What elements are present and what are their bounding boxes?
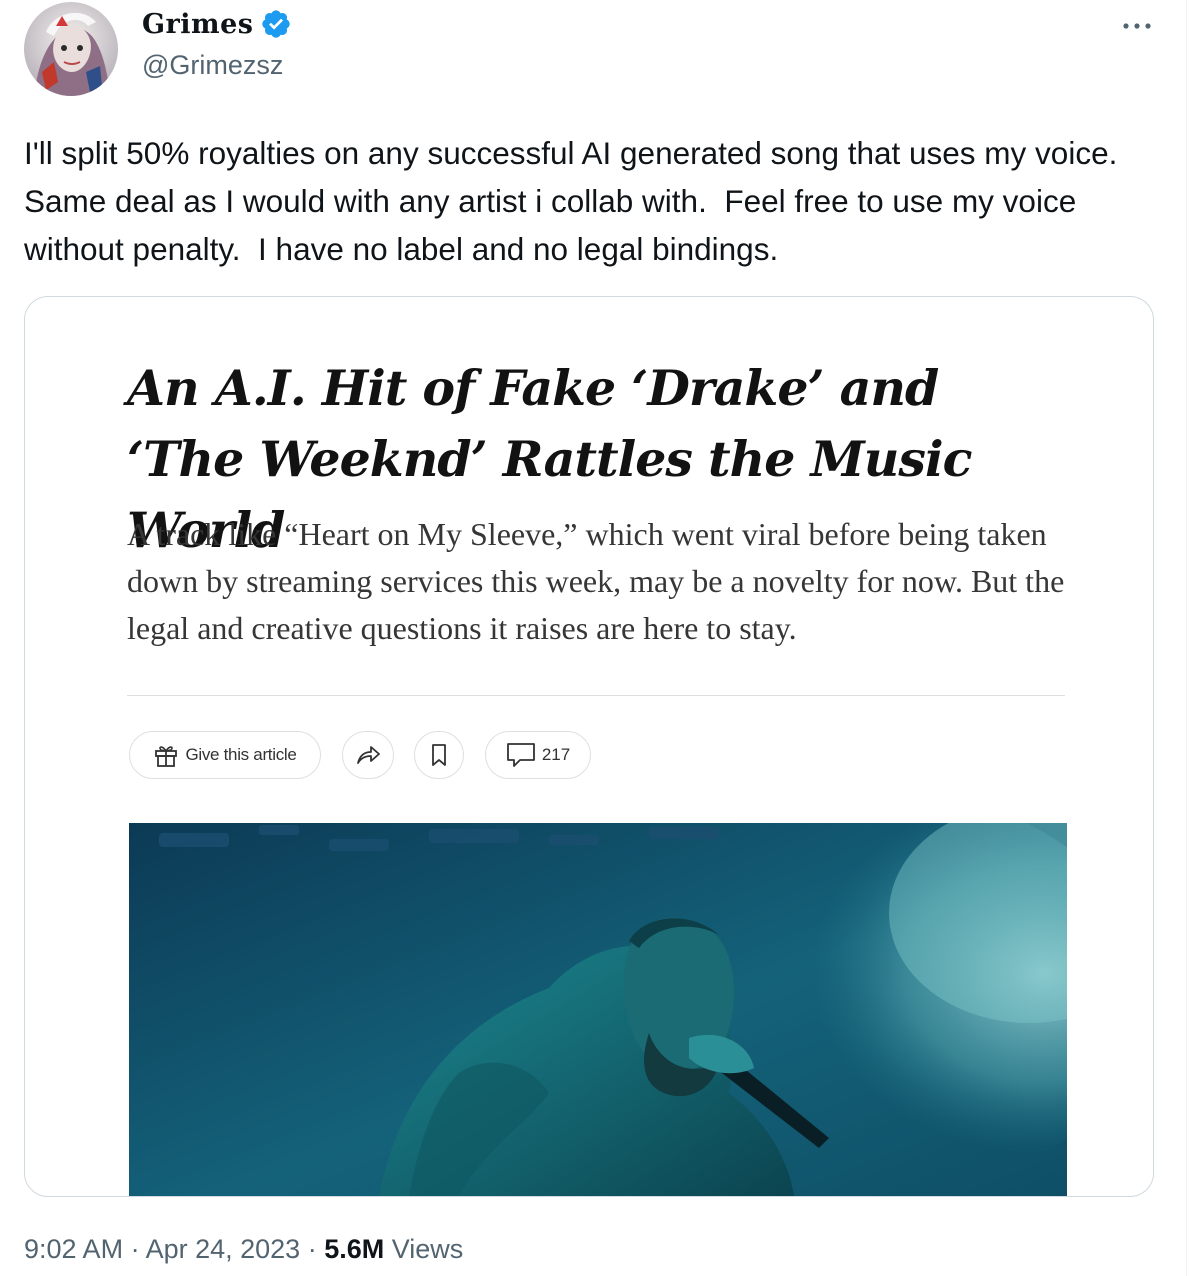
- tweet-date[interactable]: Apr 24, 2023: [146, 1234, 301, 1264]
- share-button[interactable]: [342, 731, 394, 779]
- divider: [127, 695, 1065, 696]
- author-handle[interactable]: @Grimezsz: [142, 50, 283, 81]
- link-preview-card[interactable]: An A.I. Hit of Fake ‘Drake’ and ‘The Wee…: [24, 296, 1154, 1197]
- tweet-text: I'll split 50% royalties on any successf…: [24, 135, 1135, 267]
- views-count: 5.6M: [324, 1234, 385, 1264]
- meta-separator: ·: [123, 1234, 146, 1264]
- comments-button[interactable]: 217: [485, 731, 591, 779]
- give-article-button[interactable]: Give this article: [129, 731, 321, 779]
- author-display-name[interactable]: Grimes: [142, 9, 254, 40]
- tweet-metadata: 9:02 AM · Apr 24, 2023 · 5.6M Views: [24, 1234, 463, 1265]
- timeline-border: [1186, 0, 1187, 1276]
- save-button[interactable]: [414, 731, 464, 779]
- gift-icon: [155, 746, 178, 767]
- bookmark-icon: [432, 744, 446, 766]
- tweet-time[interactable]: 9:02 AM: [24, 1234, 123, 1264]
- article-summary: A track like “Heart on My Sleeve,” which…: [127, 516, 1065, 646]
- verified-badge-icon: [260, 8, 292, 40]
- article-photo[interactable]: [129, 793, 1153, 1196]
- author-name-row[interactable]: Grimes: [142, 8, 292, 40]
- meta-separator: ·: [300, 1234, 325, 1264]
- avatar[interactable]: [24, 2, 118, 96]
- give-article-label: Give this article: [185, 745, 297, 764]
- share-icon: [357, 746, 380, 764]
- comment-count: 217: [541, 745, 571, 764]
- comment-icon: [506, 743, 535, 767]
- more-icon[interactable]: [1119, 8, 1155, 44]
- views-label: Views: [391, 1234, 464, 1264]
